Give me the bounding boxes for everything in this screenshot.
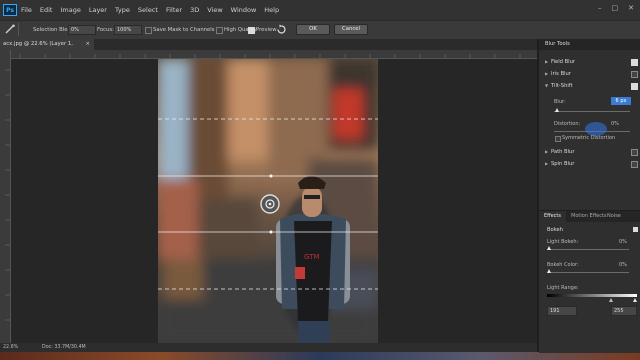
tilt-shift-checkbox[interactable]	[631, 83, 638, 90]
focus-field[interactable]: 100%	[114, 25, 142, 35]
iris-blur-checkbox[interactable]	[631, 71, 638, 78]
menu-select[interactable]: Select	[138, 6, 158, 14]
vertical-ruler	[0, 50, 11, 343]
bokeh-label: Bokeh	[547, 227, 564, 233]
menu-bar: Ps File Edit Image Layer Type Select Fil…	[0, 0, 640, 20]
focus-label: Focus:	[97, 27, 114, 33]
zoom-level[interactable]: 22.6%	[3, 343, 18, 352]
path-blur-checkbox[interactable]	[631, 149, 638, 156]
menu-window[interactable]: Window	[231, 6, 257, 14]
shirt-text: GTM	[304, 253, 320, 261]
menu-view[interactable]: View	[207, 6, 222, 14]
tilt-shift-label: Tilt-Shift	[551, 83, 573, 89]
light-range-min-field[interactable]: 191	[547, 306, 577, 316]
expand-arrow-icon[interactable]: ▼	[545, 80, 548, 92]
close-window-button[interactable]: ✕	[628, 4, 634, 12]
menu-type[interactable]: Type	[115, 6, 130, 14]
document-tab-bar: acx.jpg @ 22.6% (Layer 1, RGB/8#) * ×	[0, 39, 537, 58]
bokeh-color-slider-track[interactable]	[547, 272, 629, 273]
taskbar-strip	[0, 352, 640, 360]
light-bokeh-label: Light Bokeh:	[547, 239, 579, 245]
tab-noise[interactable]: Noise	[607, 211, 621, 222]
separator	[18, 23, 19, 36]
blur-slider-track[interactable]	[554, 111, 630, 112]
blur-tools-panel: Blur Tools ▶ Field Blur ▶ Iris Blur ▼ Ti…	[538, 39, 640, 353]
window-controls: – □ ✕	[598, 4, 634, 12]
reset-icon[interactable]	[276, 24, 287, 35]
collapse-arrow-icon[interactable]: ▶	[545, 146, 548, 158]
spin-blur-row[interactable]: ▶ Spin Blur	[539, 158, 640, 170]
maximize-button[interactable]: □	[612, 4, 619, 12]
tilt-shift-row[interactable]: ▼ Tilt-Shift	[539, 80, 640, 92]
distortion-label: Distortion:	[554, 121, 581, 127]
menu-filter[interactable]: Filter	[166, 6, 182, 14]
tilt-shift-controls: Blur: 6 px Distortion: 0% Symmetric Dist…	[539, 92, 640, 142]
menu-edit[interactable]: Edit	[40, 6, 53, 14]
light-range-gradient[interactable]	[547, 294, 637, 297]
horizontal-ruler	[10, 50, 537, 59]
effects-panel: Effects Motion Effects Noise Bokeh Light…	[539, 210, 640, 353]
light-range-min-thumb[interactable]	[609, 298, 613, 302]
status-bar: 22.6% Doc: 33.7M/30.4M	[0, 343, 537, 352]
minimize-button[interactable]: –	[598, 4, 602, 12]
light-bokeh-slider-track[interactable]	[547, 249, 629, 250]
blur-pin-icon[interactable]	[260, 194, 280, 214]
menu-3d[interactable]: 3D	[190, 6, 199, 14]
cancel-button[interactable]: Cancel	[334, 24, 368, 35]
collapse-arrow-icon[interactable]: ▶	[545, 68, 548, 80]
blur-tool-icon[interactable]	[4, 24, 16, 35]
field-blur-row[interactable]: ▶ Field Blur	[539, 56, 640, 68]
menu-help[interactable]: Help	[264, 6, 279, 14]
menu-file[interactable]: File	[21, 6, 32, 14]
preview-checkbox[interactable]	[248, 27, 255, 34]
save-mask-checkbox[interactable]	[145, 27, 152, 34]
light-bokeh-slider-thumb[interactable]	[547, 246, 551, 250]
spin-blur-checkbox[interactable]	[631, 161, 638, 168]
selection-bleed-field[interactable]: 0%	[68, 25, 96, 35]
field-blur-checkbox[interactable]	[631, 59, 638, 66]
photo-canvas[interactable]: GTM	[158, 59, 378, 343]
menu-layer[interactable]: Layer	[89, 6, 107, 14]
preview-label: Preview	[256, 27, 277, 33]
collapse-arrow-icon[interactable]: ▶	[545, 158, 548, 170]
document-tab[interactable]: acx.jpg @ 22.6% (Layer 1, RGB/8#) * ×	[0, 39, 94, 58]
collapse-arrow-icon[interactable]: ▶	[545, 56, 548, 68]
close-tab-icon[interactable]: ×	[86, 39, 90, 50]
high-quality-checkbox[interactable]	[216, 27, 223, 34]
light-bokeh-value[interactable]: 0%	[619, 239, 627, 245]
blur-label: Blur:	[554, 99, 566, 105]
save-mask-label: Save Mask to Channels	[153, 27, 215, 33]
tab-motion-effects[interactable]: Motion Effects	[571, 211, 607, 222]
effects-tab-bar: Effects Motion Effects Noise	[539, 211, 640, 222]
light-range-max-thumb[interactable]	[633, 298, 637, 302]
ok-button[interactable]: OK	[296, 24, 330, 35]
document-info: Doc: 33.7M/30.4M	[42, 345, 86, 350]
light-range-label: Light Range:	[547, 285, 579, 291]
blur-value-field[interactable]: 6 px	[611, 97, 631, 105]
iris-blur-label: Iris Blur	[551, 71, 571, 77]
blur-tools-header: Blur Tools	[539, 39, 640, 50]
menu-image[interactable]: Image	[60, 6, 80, 14]
bokeh-checkbox[interactable]	[633, 227, 638, 232]
tab-effects[interactable]: Effects	[539, 211, 566, 222]
spin-blur-label: Spin Blur	[551, 161, 575, 167]
distortion-value[interactable]: 0%	[611, 121, 619, 127]
light-range-max-field[interactable]: 255	[611, 306, 637, 316]
bokeh-color-slider-thumb[interactable]	[547, 269, 551, 273]
bokeh-color-value[interactable]: 0%	[619, 262, 627, 268]
iris-blur-row[interactable]: ▶ Iris Blur	[539, 68, 640, 80]
symmetric-distortion-checkbox[interactable]	[555, 136, 561, 142]
symmetric-distortion-label: Symmetric Distortion	[562, 135, 616, 141]
cursor-highlight	[585, 122, 607, 136]
blur-slider-thumb[interactable]	[555, 108, 559, 112]
bokeh-color-label: Bokeh Color:	[547, 262, 579, 268]
path-blur-row[interactable]: ▶ Path Blur	[539, 146, 640, 158]
field-blur-label: Field Blur	[551, 59, 576, 65]
photoshop-logo-icon: Ps	[3, 4, 17, 16]
path-blur-label: Path Blur	[551, 149, 575, 155]
options-bar: Selection Bleed: 0% Focus: 100% Save Mas…	[0, 20, 640, 40]
